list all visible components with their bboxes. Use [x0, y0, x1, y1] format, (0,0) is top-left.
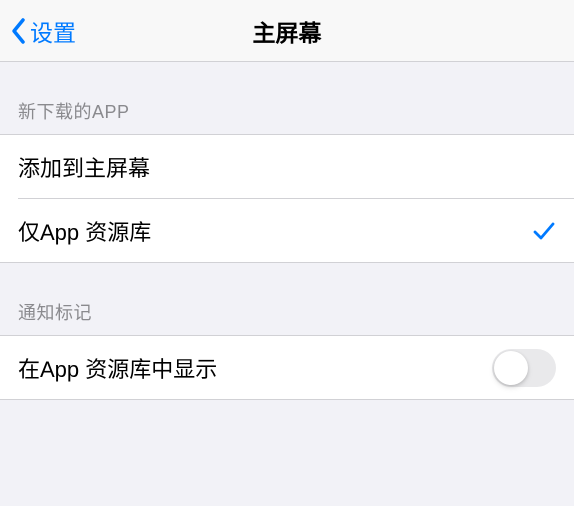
- row-label: 在App 资源库中显示: [18, 352, 217, 384]
- checkmark-icon: [532, 219, 556, 243]
- option-label: 添加到主屏幕: [18, 151, 150, 183]
- back-button[interactable]: 设置: [0, 14, 76, 48]
- option-label: 仅App 资源库: [18, 215, 151, 247]
- option-app-library-only[interactable]: 仅App 资源库: [0, 199, 574, 262]
- toggle-show-in-library[interactable]: [492, 349, 556, 387]
- chevron-left-icon: [10, 17, 28, 45]
- badges-group: 在App 资源库中显示: [0, 335, 574, 400]
- option-add-to-home[interactable]: 添加到主屏幕: [0, 135, 574, 198]
- page-title: 主屏幕: [0, 14, 574, 48]
- section-header-new-apps: 新下载的APP: [0, 62, 574, 134]
- back-label: 设置: [30, 14, 76, 48]
- toggle-knob: [494, 351, 528, 385]
- new-apps-group: 添加到主屏幕 仅App 资源库: [0, 134, 574, 263]
- row-show-in-library: 在App 资源库中显示: [0, 336, 574, 399]
- navigation-bar: 设置 主屏幕: [0, 0, 574, 62]
- section-header-badges: 通知标记: [0, 263, 574, 335]
